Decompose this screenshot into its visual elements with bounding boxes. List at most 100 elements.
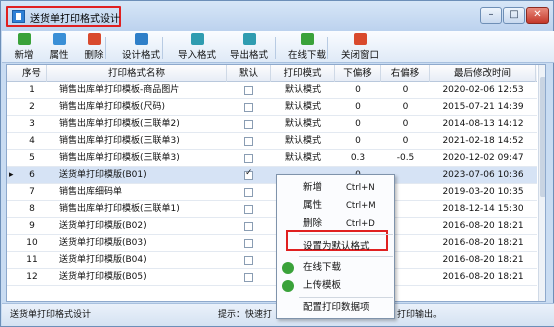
cell-modified: 2020-02-06 12:53 (442, 85, 524, 95)
toolbar-add-button[interactable]: 新增 (10, 33, 38, 61)
toolbar-edit-button[interactable]: 属性 (45, 33, 73, 61)
table-row[interactable]: 10 送货单打印模版(B03) 2016-08-20 18:21 (7, 235, 537, 252)
table-row[interactable]: 2 销售出库单打印模板(尺码) 默认模式 0 0 2015-07-21 14:39 (7, 99, 537, 116)
default-checkbox[interactable] (244, 239, 253, 248)
context-menu-item[interactable]: 新增 Ctrl+N (278, 179, 393, 197)
table-header: 序号 打印格式名称 默认 打印模式 下偏移 右偏移 最后修改时间 (7, 65, 537, 82)
toolbar-design-button[interactable]: 设计格式 (116, 33, 166, 61)
upload-icon (282, 280, 294, 292)
cell-name: 送货单打印模版(B05) (59, 272, 147, 282)
download-icon (300, 33, 314, 45)
menu-item-label: 属性 (303, 200, 323, 211)
menu-item-label: 在线下载 (303, 262, 342, 273)
cell-name: 销售出库单打印模板-商品图片 (59, 85, 180, 95)
toolbar-import-button[interactable]: 导入格式 (172, 33, 222, 61)
cell-no: 5 (29, 153, 35, 163)
download-icon (282, 262, 294, 274)
menu-item-label: 配置打印数据项 (303, 302, 370, 313)
column-header[interactable]: 最后修改时间 (430, 65, 536, 82)
column-header[interactable]: 默认 (227, 65, 271, 82)
default-checkbox[interactable] (244, 256, 253, 265)
default-checkbox[interactable] (244, 188, 253, 197)
cell-no: 7 (29, 187, 35, 197)
cell-no: 11 (26, 255, 38, 265)
table-row[interactable]: ▸6送货单打印模版(B01)02023-07-06 10:36 (7, 167, 537, 184)
menu-separator (299, 297, 393, 298)
toolbar: 新增 属性 删除 设计格式 导入格式 导出格式 在线下载 关闭窗口 (2, 31, 554, 63)
column-header[interactable]: 打印模式 (271, 65, 335, 82)
row-pointer-icon: ▸ (9, 170, 14, 180)
vertical-scrollbar[interactable] (538, 65, 545, 301)
context-menu-item[interactable]: 设置为默认格式 (278, 238, 393, 256)
table-row[interactable]: 9 送货单打印模版(B02) 2016-08-20 18:21 (7, 218, 537, 235)
menu-item-shortcut: Ctrl+D (346, 219, 375, 229)
table-row[interactable]: 4 销售出库单打印模板(三联单3) 默认模式 0 0 2021-02-18 14:52 (7, 133, 537, 150)
default-checkbox[interactable] (244, 120, 253, 129)
column-header[interactable]: 下偏移 (335, 65, 381, 82)
toolbar-label: 导出格式 (229, 50, 268, 61)
default-checkbox[interactable] (244, 273, 253, 282)
close-button[interactable]: ✕ (526, 7, 549, 24)
menu-item-label: 上传模板 (303, 280, 342, 291)
table-row[interactable]: 8 销售出库单打印模板(三联单1) 2018-12-14 15:30 (7, 201, 537, 218)
menu-item-shortcut: Ctrl+M (346, 201, 376, 211)
cell-name: 销售出库单打印模板(三联单1) (59, 204, 180, 214)
default-checkbox[interactable] (244, 222, 253, 231)
cell-no: 2 (29, 102, 35, 112)
cell-down: 0 (355, 85, 361, 95)
maximize-button[interactable]: □ (503, 7, 525, 24)
toolbar-label: 导入格式 (177, 50, 216, 61)
cell-name: 销售出库单打印模板(尺码) (59, 102, 166, 112)
cell-name: 销售出库细码单 (59, 187, 123, 197)
cell-right: -0.5 (396, 153, 415, 163)
toolbar-separator (105, 37, 106, 59)
context-menu-item[interactable]: 属性 Ctrl+M (278, 197, 393, 215)
toolbar-label: 删除 (84, 50, 104, 61)
table-row[interactable]: 12 送货单打印模版(B05) 2016-08-20 18:21 (7, 269, 537, 286)
export-icon (242, 33, 256, 45)
column-header[interactable]: 打印格式名称 (47, 65, 227, 82)
toolbar-delete-button[interactable]: 删除 (80, 33, 108, 61)
context-menu-item[interactable]: 配置打印数据项 (278, 299, 393, 317)
table-row[interactable]: 11 送货单打印模版(B04) 2016-08-20 18:21 (7, 252, 537, 269)
table-row[interactable]: 5 销售出库单打印模板(三联单3) 默认模式 0.3 -0.5 2020-12-02 09… (7, 150, 537, 167)
toolbar-label: 属性 (49, 50, 69, 61)
default-checkbox[interactable] (244, 103, 253, 112)
cell-name: 送货单打印模版(B04) (59, 255, 147, 265)
default-checkbox[interactable] (244, 86, 253, 95)
context-menu-item[interactable]: 在线下载 (278, 259, 393, 277)
menu-item-shortcut: Ctrl+N (346, 183, 375, 193)
cell-mode: 默认模式 (284, 102, 321, 112)
cell-modified: 2016-08-20 18:21 (442, 221, 524, 231)
toolbar-separator (275, 37, 276, 59)
toolbar-label: 设计格式 (121, 50, 160, 61)
column-header[interactable]: 序号 (17, 65, 47, 82)
context-menu-item[interactable]: 上传模板 (278, 277, 393, 295)
table-row[interactable]: 7 销售出库细码单 2019-03-20 10:35 (7, 184, 537, 201)
default-checkbox[interactable] (244, 205, 253, 214)
table-row[interactable]: 3 销售出库单打印模板(三联单2) 默认模式 0 0 2014-08-13 14:12 (7, 116, 537, 133)
cell-modified: 2023-07-06 10:36 (442, 170, 524, 180)
cell-modified: 2019-03-20 10:35 (442, 187, 524, 197)
default-checkbox[interactable] (244, 154, 253, 163)
cell-right: 0 (402, 119, 409, 129)
window-title: 送货单打印格式设计 (30, 14, 120, 25)
toolbar-download-button[interactable]: 在线下载 (284, 33, 330, 61)
status-left: 送货单打印格式设计 (10, 310, 92, 320)
cell-modified: 2016-08-20 18:21 (442, 238, 524, 248)
context-menu-item[interactable]: 删除 Ctrl+D (278, 215, 393, 233)
toolbar-close-window-button[interactable]: 关闭窗口 (332, 33, 388, 61)
scrollbar-thumb[interactable] (540, 77, 545, 197)
minimize-button[interactable]: – (480, 7, 502, 24)
cell-down: 0 (355, 136, 361, 146)
default-checkbox[interactable] (244, 137, 253, 146)
toolbar-export-button[interactable]: 导出格式 (224, 33, 274, 61)
default-checkbox[interactable] (244, 168, 253, 180)
cell-down: 0 (355, 119, 361, 129)
table-row[interactable]: 1 销售出库单打印模板-商品图片 默认模式 0 0 2020-02-06 12:53 (7, 82, 537, 99)
column-header[interactable]: 右偏移 (381, 65, 430, 82)
cell-down: 0.3 (350, 153, 366, 163)
status-hint: 提示：快速打 (218, 310, 273, 320)
menu-item-label: 设置为默认格式 (303, 241, 370, 252)
toolbar-separator (162, 37, 163, 59)
